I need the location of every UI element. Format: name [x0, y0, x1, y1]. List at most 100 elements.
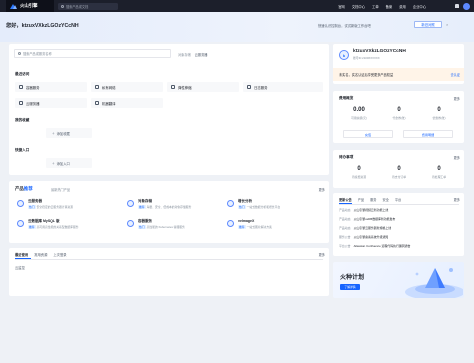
add-favorite-button[interactable]: + 添加收藏	[46, 128, 92, 138]
tab-common-resources[interactable]: 常用资源	[34, 252, 47, 257]
nav-link-docs[interactable]: 文档中心	[352, 4, 365, 9]
service-label: 机器翻译	[102, 101, 116, 106]
close-icon[interactable]: ×	[446, 22, 448, 27]
recharge-button[interactable]: 充值	[343, 130, 393, 138]
service-label: 日志服务	[254, 85, 268, 90]
bell-icon[interactable]	[455, 4, 459, 8]
product-item[interactable]: 对象存储 推荐 海量、安全、低成本的对象存储服务	[127, 199, 217, 215]
add-shortcut-button[interactable]: + 添加入口	[46, 158, 92, 168]
service-translate[interactable]: 机器翻译	[91, 98, 163, 108]
shortcuts-title: 快捷入口	[15, 148, 30, 152]
promo-title: 火种计划	[340, 275, 365, 281]
plus-icon: +	[52, 130, 55, 136]
billing-detail-button[interactable]: 费用明细	[403, 130, 453, 138]
service-ecs[interactable]: 云服务器	[15, 98, 87, 108]
server-icon	[19, 101, 23, 105]
announcement-row[interactable]: 服务公告 火山引擎备案系统升级通知	[339, 235, 388, 239]
product-desc: 热门 安全稳定的云服务器计算资源	[28, 205, 73, 209]
service-container[interactable]: 容器服务	[15, 82, 87, 92]
balance-value: 0.00	[353, 107, 365, 113]
todo-label: 待处理工单	[432, 175, 446, 179]
account-avatar: k	[339, 50, 349, 60]
compare-button[interactable]: 新旧对照	[414, 21, 442, 28]
nav-link-filing[interactable]: 备案	[386, 4, 393, 9]
billing-more-link[interactable]: 更多	[454, 96, 460, 101]
verify-link[interactable]: 去认证	[450, 72, 460, 77]
product-desc: 热门 高性能的 Kubernetes 容器服务	[138, 225, 185, 229]
plus-icon: +	[52, 160, 55, 166]
analytics-icon	[227, 200, 234, 207]
voucher-value: 0	[397, 107, 401, 113]
nav-links: 官网 文档中心 工单 备案 费用 企业中心	[338, 0, 426, 12]
search-icon	[61, 4, 64, 8]
announcements-more-link[interactable]: 更多	[454, 197, 460, 202]
todo-more-link[interactable]: 更多	[454, 155, 460, 160]
tab-platform[interactable]: 平台	[395, 197, 401, 202]
announcement-tag: 产品动态	[339, 226, 351, 230]
product-item[interactable]: veImageX 推荐 一站式图片解决方案	[227, 219, 317, 235]
recent-usage-more-link[interactable]: 更多	[319, 252, 325, 257]
announcement-row[interactable]: 产品动态 火山引擎veDB数据库新功能发布	[339, 217, 395, 221]
billing-overview-card: 费用概览 更多 0.00 可用余额(元) 0 代金券(张) 0 优惠券(张) 充…	[333, 91, 464, 143]
storage-icon	[127, 200, 134, 207]
global-search-input[interactable]: 搜索产品或文档	[58, 2, 118, 10]
product-desc-text: 海量、安全、低成本的对象存储服务	[146, 205, 192, 209]
products-title: 产品推荐	[15, 186, 33, 192]
tab-service[interactable]: 服务	[370, 197, 376, 202]
announcement-row[interactable]: 平台公告 Atlassian Confluence 远程代码执行漏洞通告	[339, 244, 410, 248]
balance-label: 可用余额(元)	[351, 116, 367, 120]
product-item[interactable]: 容器服务 热门 高性能的 Kubernetes 容器服务	[127, 219, 217, 235]
product-desc: 推荐 海量、安全、低成本的对象存储服务	[138, 205, 191, 209]
todo-count[interactable]: 0	[339, 166, 379, 172]
billing-title: 费用概览	[339, 96, 354, 100]
tab-product[interactable]: 产品	[358, 197, 364, 202]
scaling-icon	[171, 85, 175, 89]
announcement-text: Atlassian Confluence 远程代码执行漏洞通告	[353, 244, 411, 248]
product-desc: 推荐 高可用高性能的关系型数据库服务	[28, 225, 79, 229]
divider	[339, 204, 459, 205]
favorites-title: 我的收藏	[15, 118, 30, 122]
database-icon	[17, 220, 24, 227]
brand-name: 火山引擎	[20, 3, 38, 8]
container-icon	[19, 85, 23, 89]
announcement-row[interactable]: 产品动态 火山引擎云服务器新规格上线	[339, 226, 391, 230]
products-more-link[interactable]: 更多	[319, 187, 325, 192]
service-autoscaling[interactable]: 弹性伸缩	[167, 82, 239, 92]
recent-search-object-storage[interactable]: 对象存储	[178, 52, 191, 57]
promo-detail-button[interactable]: 了解详情	[340, 284, 360, 290]
recent-usage-item[interactable]: 云监控	[15, 265, 25, 270]
product-desc-text: 一站式数据分析和增长平台	[246, 205, 281, 209]
product-item[interactable]: 增长分析 热门 一站式数据分析和增长平台	[227, 199, 317, 215]
todo-count[interactable]: 0	[379, 166, 419, 172]
product-tag: 推荐	[138, 205, 146, 209]
nav-link-official[interactable]: 官网	[338, 4, 345, 9]
tab-recent-used[interactable]: 最近使用	[15, 252, 28, 257]
products-title-prefix: 产品	[15, 186, 24, 191]
product-desc-text: 高可用高性能的关系型数据库服务	[36, 225, 79, 229]
nav-right	[455, 0, 470, 12]
announcement-text: 火山引擎云服务器新规格上线	[353, 226, 392, 230]
service-log[interactable]: 日志服务	[243, 82, 323, 92]
coupon-label: 优惠券(张)	[432, 116, 446, 120]
service-vpc[interactable]: 私有网络	[91, 82, 163, 92]
todo-count[interactable]: 0	[419, 166, 459, 172]
tab-last-login[interactable]: 上次登录	[53, 252, 66, 257]
product-name: 容器服务	[138, 219, 152, 223]
user-avatar[interactable]	[463, 2, 470, 10]
tab-updates[interactable]: 更新公告	[339, 197, 352, 202]
product-desc-text: 一站式图片解决方案	[246, 225, 272, 229]
promo-card[interactable]: 火种计划 了解详情	[333, 262, 464, 298]
nav-link-enterprise[interactable]: 企业中心	[413, 4, 426, 9]
nav-link-billing[interactable]: 费用	[399, 4, 406, 9]
product-search-input[interactable]: 搜索产品或服务名称	[14, 49, 171, 58]
product-item[interactable]: 云服务器 热门 安全稳定的云服务器计算资源	[17, 199, 107, 215]
announcement-row[interactable]: 产品动态 火山引擎视频云新功能上线	[339, 208, 388, 212]
brand[interactable]: 火山引擎	[6, 0, 54, 12]
image-icon	[227, 220, 234, 227]
nav-link-tickets[interactable]: 工单	[372, 4, 379, 9]
product-item[interactable]: 云数据库 MySQL 版 推荐 高可用高性能的关系型数据库服务	[17, 219, 107, 235]
recent-search-cloud-server[interactable]: 云服务器	[195, 52, 208, 57]
tab-security[interactable]: 安全	[383, 197, 389, 202]
divider	[15, 259, 323, 260]
add-shortcut-label: 添加入口	[56, 161, 70, 166]
